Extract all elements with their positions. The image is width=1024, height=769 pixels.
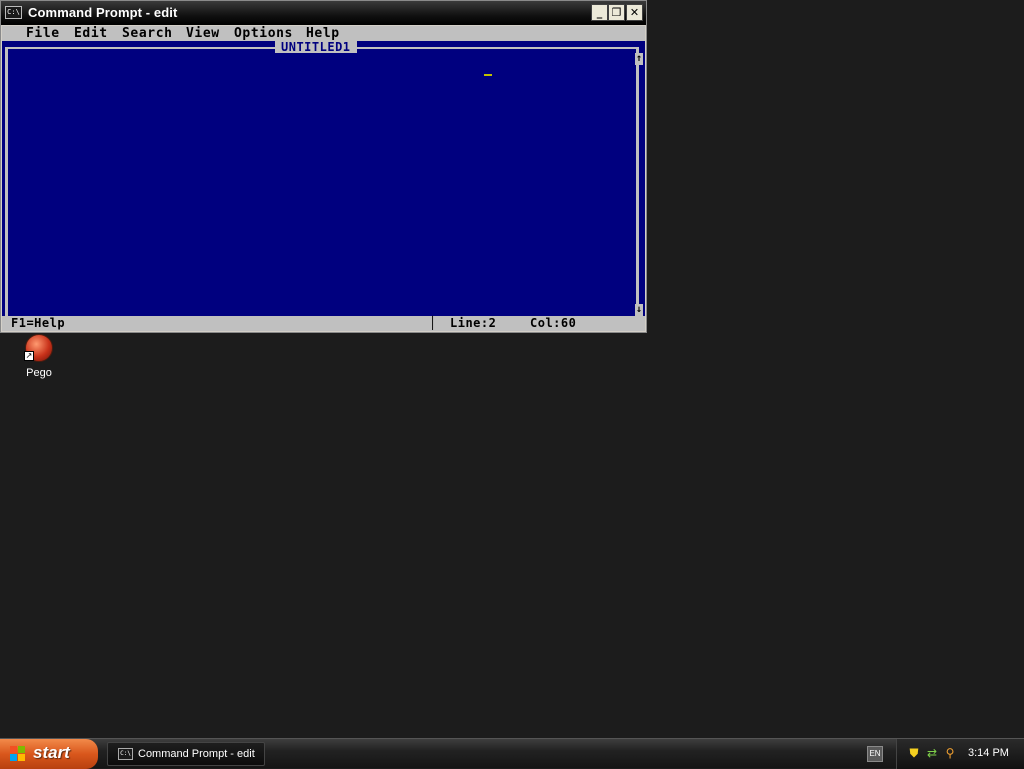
system-tray: ⛊ ⇄ ⚲ 3:14 PM (896, 739, 1024, 769)
menu-edit[interactable]: Edit (74, 27, 108, 40)
network-icon[interactable]: ⇄ (925, 746, 939, 760)
document-title: UNTITLED1 (275, 41, 357, 53)
status-help: F1=Help (11, 316, 66, 330)
status-separator: │ (429, 316, 437, 330)
status-column: Col:60 (530, 316, 577, 330)
shortcut-arrow-icon: ↗ (24, 351, 34, 361)
command-prompt-window[interactable]: C:\ Command Prompt - edit _ ❐ ✕ File Edi… (0, 0, 647, 333)
status-bar: F1=Help │ Line:2 Col:60 (2, 316, 645, 331)
window-titlebar[interactable]: C:\ Command Prompt - edit _ ❐ ✕ (1, 1, 646, 25)
minimize-button[interactable]: _ (591, 4, 608, 21)
edit-menubar: File Edit Search View Options Help (2, 26, 645, 41)
taskbar-item-label: Command Prompt - edit (138, 748, 255, 760)
taskbar: start C:\ Command Prompt - edit EN ⛊ ⇄ ⚲… (0, 738, 1024, 769)
menu-search[interactable]: Search (122, 27, 173, 40)
menu-view[interactable]: View (186, 27, 220, 40)
desktop-icon-label: Pego (26, 367, 52, 379)
scroll-down-arrow[interactable]: ↓ (635, 304, 643, 316)
menu-options[interactable]: Options (234, 27, 293, 40)
shield-icon[interactable]: ⛊ (907, 746, 921, 760)
close-button[interactable]: ✕ (626, 4, 643, 21)
window-title: Command Prompt - edit (28, 5, 178, 20)
start-label: start (33, 743, 70, 762)
menu-file[interactable]: File (26, 27, 60, 40)
start-button[interactable]: start (0, 739, 98, 769)
text-cursor (484, 74, 492, 76)
scroll-up-arrow[interactable]: ↑ (635, 53, 643, 65)
taskbar-item-command-prompt[interactable]: C:\ Command Prompt - edit (107, 742, 265, 766)
search-icon[interactable]: ⚲ (943, 746, 957, 760)
menu-help[interactable]: Help (306, 27, 340, 40)
windows-logo-icon (10, 746, 26, 762)
desktop-icon-pego[interactable]: ↗ Pego (14, 332, 64, 382)
console-icon: C:\ (118, 748, 133, 760)
restore-button[interactable]: ❐ (608, 4, 625, 21)
status-line: Line:2 (450, 316, 497, 330)
console-icon: C:\ (5, 6, 22, 19)
language-indicator[interactable]: EN (867, 746, 883, 762)
document-frame (5, 47, 639, 316)
document-area[interactable]: UNTITLED1 ↑ ↓ (2, 41, 645, 316)
console-area: File Edit Search View Options Help UNTIT… (2, 26, 646, 332)
clock[interactable]: 3:14 PM (968, 747, 1009, 759)
